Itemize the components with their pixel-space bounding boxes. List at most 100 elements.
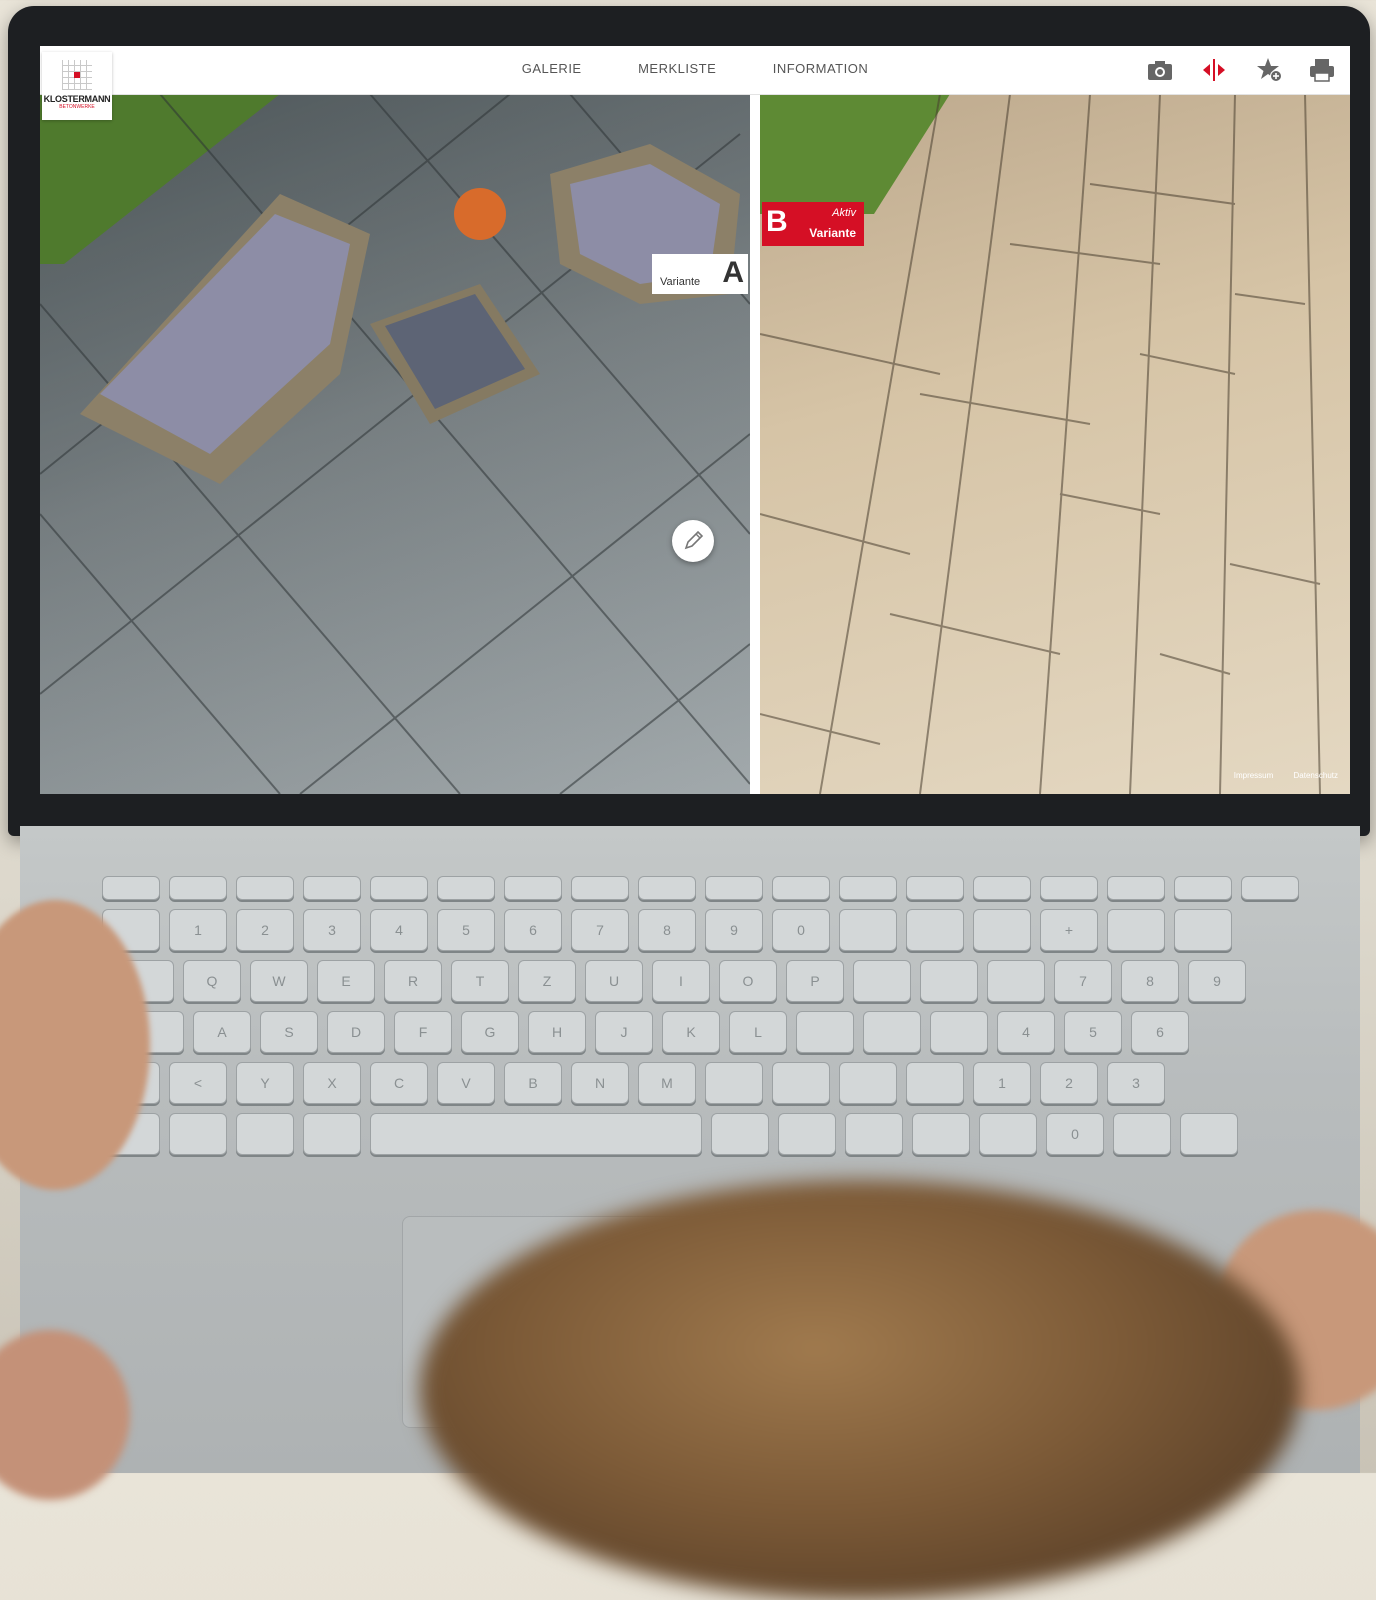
keyboard-key: 0	[772, 909, 830, 951]
keyboard-key: C	[370, 1062, 428, 1104]
keyboard-key	[1180, 1113, 1238, 1155]
coffee-table	[370, 284, 540, 424]
variant-b-label[interactable]: B Aktiv Variante	[762, 202, 864, 246]
keyboard-key: 2	[236, 909, 294, 951]
keyboard-key	[772, 876, 830, 900]
keyboard-key	[1040, 876, 1098, 900]
keyboard-key	[437, 876, 495, 900]
logo-icon	[62, 60, 92, 90]
keyboard-key: F	[394, 1011, 452, 1053]
keyboard-key: D	[327, 1011, 385, 1053]
keyboard-key	[845, 1113, 903, 1155]
keyboard-key	[303, 1113, 361, 1155]
keyboard-row: 0	[102, 1113, 1322, 1155]
brand-logo[interactable]: KLOSTERMANN BETONWERKE	[42, 52, 112, 120]
keyboard-row: ASDFGHJKL 456	[102, 1011, 1322, 1053]
keyboard-key: G	[461, 1011, 519, 1053]
keyboard-key: S	[260, 1011, 318, 1053]
compare-button[interactable]	[1200, 56, 1228, 84]
keyboard-key	[102, 876, 160, 900]
variant-a-label[interactable]: Variante A	[652, 254, 748, 294]
logo-subline: BETONWERKE	[59, 104, 95, 110]
keyboard-key	[906, 876, 964, 900]
keyboard-key: H	[528, 1011, 586, 1053]
impressum-link[interactable]: Impressum	[1234, 771, 1274, 780]
keyboard-key: 8	[1121, 960, 1179, 1002]
keyboard-key	[705, 876, 763, 900]
keyboard-key	[1107, 876, 1165, 900]
keyboard-key	[906, 1062, 964, 1104]
keyboard-key	[638, 876, 696, 900]
compare-slider-handle[interactable]	[750, 94, 760, 794]
variant-a-text: Variante	[660, 276, 701, 288]
keyboard-key: 9	[705, 909, 763, 951]
keyboard-key: Y	[236, 1062, 294, 1104]
app-screen: Variante A Impressum Datenschutz B Aktiv…	[40, 46, 1350, 794]
keyboard-key: 1	[169, 909, 227, 951]
keyboard-key	[1113, 1113, 1171, 1155]
flower-pot	[454, 188, 506, 240]
edit-button[interactable]	[672, 520, 714, 562]
lounge-sofa	[80, 194, 370, 484]
keyboard-key	[1174, 909, 1232, 951]
keyboard-key: N	[571, 1062, 629, 1104]
nav-galerie[interactable]: GALERIE	[522, 61, 582, 76]
keyboard-key: 3	[1107, 1062, 1165, 1104]
keyboard-key	[987, 960, 1045, 1002]
datenschutz-link[interactable]: Datenschutz	[1294, 771, 1338, 780]
print-icon	[1310, 59, 1334, 82]
nav-information[interactable]: INFORMATION	[773, 61, 869, 76]
keyboard-key	[236, 1113, 294, 1155]
keyboard-key	[370, 876, 428, 900]
keyboard-key: I	[652, 960, 710, 1002]
keyboard-key: 5	[437, 909, 495, 951]
keyboard: 1 2 3 4 5 6 7 8 9 0 + Q W E R T Z U I O P 7 8 9 A S D F G H J K L 4 5 6 < Y X C…	[102, 876, 1322, 1164]
keyboard-key: P	[786, 960, 844, 1002]
keyboard-key: 6	[504, 909, 562, 951]
favorite-add-icon	[1257, 58, 1282, 82]
top-toolbar: GALERIE MERKLISTE INFORMATION	[40, 46, 1350, 95]
add-favorite-button[interactable]	[1256, 56, 1284, 84]
keyboard-key: +	[1040, 909, 1098, 951]
keyboard-key	[839, 1062, 897, 1104]
variant-b-photo[interactable]: Impressum Datenschutz	[760, 94, 1350, 794]
keyboard-key: V	[437, 1062, 495, 1104]
keyboard-row: < Y X C V B N M 1 2 3	[102, 1062, 1322, 1104]
tile-grid-a	[40, 94, 750, 794]
person-head	[420, 1180, 1300, 1600]
keyboard-key: 8	[638, 909, 696, 951]
variant-b-status: Aktiv	[832, 207, 856, 219]
keyboard-key	[711, 1113, 769, 1155]
keyboard-key: 0	[1046, 1113, 1104, 1155]
keyboard-key	[839, 876, 897, 900]
keyboard-key	[169, 876, 227, 900]
keyboard-key	[973, 909, 1031, 951]
keyboard-key: X	[303, 1062, 361, 1104]
keyboard-key: U	[585, 960, 643, 1002]
keyboard-key: K	[662, 1011, 720, 1053]
keyboard-key: O	[719, 960, 777, 1002]
keyboard-key	[705, 1062, 763, 1104]
keyboard-key: A	[193, 1011, 251, 1053]
keyboard-key	[778, 1113, 836, 1155]
keyboard-key	[504, 876, 562, 900]
keyboard-key: 6	[1131, 1011, 1189, 1053]
keyboard-key: E	[317, 960, 375, 1002]
tile-grid-b	[760, 94, 1321, 794]
keyboard-key	[973, 876, 1031, 900]
keyboard-key: 1	[973, 1062, 1031, 1104]
keyboard-key	[772, 1062, 830, 1104]
keyboard-key: 3	[303, 909, 361, 951]
keyboard-key	[930, 1011, 988, 1053]
print-button[interactable]	[1308, 56, 1336, 84]
camera-button[interactable]	[1146, 56, 1174, 84]
keyboard-key	[979, 1113, 1037, 1155]
nav-merkliste[interactable]: MERKLISTE	[638, 61, 716, 76]
keyboard-key	[571, 876, 629, 900]
keyboard-key: <	[169, 1062, 227, 1104]
keyboard-key	[1241, 876, 1299, 900]
keyboard-row	[102, 876, 1322, 900]
variant-a-photo[interactable]: Variante A	[40, 94, 750, 794]
keyboard-row: QWERTZUIOP 789	[102, 960, 1322, 1002]
logo-wordmark: KLOSTERMANN	[43, 94, 111, 104]
